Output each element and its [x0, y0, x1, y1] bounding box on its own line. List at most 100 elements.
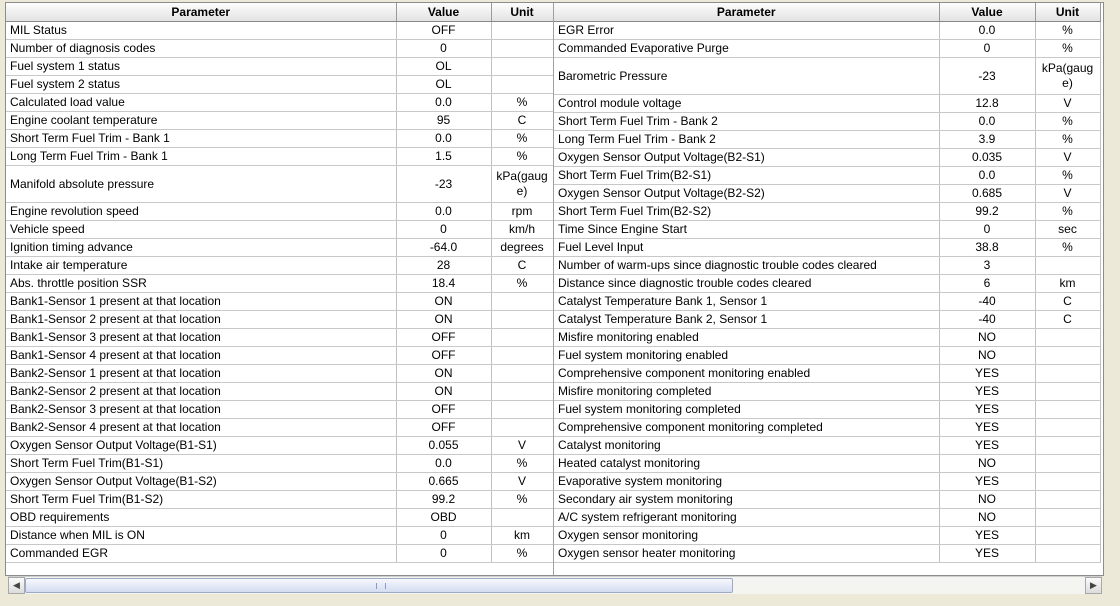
unit-cell: degrees	[491, 238, 554, 257]
value-cell: 1.5	[396, 147, 492, 166]
table-row[interactable]: EGR Error 0.0%	[554, 21, 1101, 40]
table-row[interactable]: Ignition timing advance -64.0 degrees	[6, 238, 554, 257]
table-row[interactable]: Long Term Fuel Trim - Bank 1 1.5%	[6, 147, 554, 166]
table-row[interactable]: Bank1-Sensor 3 present at that location O…	[6, 328, 554, 347]
table-row[interactable]: MIL Status OFF	[6, 21, 554, 40]
table-row[interactable]: Oxygen Sensor Output Voltage(B1-S1) 0.055…	[6, 436, 554, 455]
table-row[interactable]: Heated catalyst monitoring NO	[554, 454, 1101, 473]
table-row[interactable]: Misfire monitoring completed YES	[554, 382, 1101, 401]
value-cell: 0.0	[396, 454, 492, 473]
unit-cell: km	[1035, 274, 1101, 293]
table-row[interactable]: Fuel Level Input 38.8%	[554, 238, 1101, 257]
table-row[interactable]: Bank1-Sensor 2 present at that location O…	[6, 310, 554, 329]
scroll-left-button[interactable]: ◀	[8, 577, 25, 594]
parameter-cell: Oxygen sensor monitoring	[554, 526, 940, 545]
value-cell: 0	[396, 39, 492, 58]
value-cell: OFF	[396, 400, 492, 419]
column-header-parameter[interactable]: Parameter	[6, 3, 397, 22]
table-row[interactable]: Bank2-Sensor 3 present at that location O…	[6, 400, 554, 419]
left-parameter-table: Parameter Value Unit MIL Status OFF Number…	[6, 3, 554, 563]
unit-cell	[1035, 544, 1101, 563]
value-cell: 0.035	[939, 148, 1036, 167]
parameter-cell: Fuel system monitoring enabled	[554, 346, 940, 365]
table-row[interactable]: Short Term Fuel Trim(B2-S1) 0.0%	[554, 166, 1101, 185]
table-row[interactable]: Comprehensive component monitoring enabl…	[554, 364, 1101, 383]
table-row[interactable]: Bank2-Sensor 4 present at that location O…	[6, 418, 554, 437]
table-row[interactable]: A/C system refrigerant monitoring NO	[554, 508, 1101, 527]
parameter-cell: Bank1-Sensor 3 present at that location	[6, 328, 397, 347]
value-cell: -23	[396, 165, 492, 203]
table-row[interactable]: Distance since diagnostic trouble codes …	[554, 274, 1101, 293]
table-row[interactable]: Time Since Engine Start 0 sec	[554, 220, 1101, 239]
table-row[interactable]: Calculated load value 0.0%	[6, 93, 554, 112]
unit-cell: kPa(gauge)	[491, 165, 554, 203]
table-row[interactable]: Number of warm-ups since diagnostic trou…	[554, 256, 1101, 275]
table-row[interactable]: Secondary air system monitoring NO	[554, 490, 1101, 509]
table-row[interactable]: Oxygen Sensor Output Voltage(B2-S1) 0.035…	[554, 148, 1101, 167]
column-header-value[interactable]: Value	[939, 3, 1036, 22]
table-row[interactable]: Fuel system monitoring completed YES	[554, 400, 1101, 419]
parameter-cell: Abs. throttle position SSR	[6, 274, 397, 293]
table-row[interactable]: Vehicle speed 0 km/h	[6, 220, 554, 239]
table-row[interactable]: Catalyst monitoring YES	[554, 436, 1101, 455]
column-header-value[interactable]: Value	[396, 3, 492, 22]
table-row[interactable]: Bank1-Sensor 4 present at that location O…	[6, 346, 554, 365]
table-row[interactable]: Barometric Pressure -23 kPa(gauge)	[554, 57, 1101, 95]
table-row[interactable]: Manifold absolute pressure -23 kPa(gauge)	[6, 165, 554, 203]
parameter-cell: Comprehensive component monitoring enabl…	[554, 364, 940, 383]
table-row[interactable]: Abs. throttle position SSR 18.4%	[6, 274, 554, 293]
table-row[interactable]: Oxygen sensor monitoring YES	[554, 526, 1101, 545]
table-row[interactable]: Evaporative system monitoring YES	[554, 472, 1101, 491]
column-header-unit[interactable]: Unit	[1035, 3, 1101, 22]
table-row[interactable]: Bank2-Sensor 1 present at that location O…	[6, 364, 554, 383]
parameter-cell: Catalyst monitoring	[554, 436, 940, 455]
table-row[interactable]: Short Term Fuel Trim - Bank 1 0.0%	[6, 129, 554, 148]
left-header-row: Parameter Value Unit	[6, 3, 554, 22]
table-row[interactable]: Long Term Fuel Trim - Bank 2 3.9%	[554, 130, 1101, 149]
table-row[interactable]: Number of diagnosis codes 0	[6, 39, 554, 58]
table-row[interactable]: Control module voltage 12.8 V	[554, 94, 1101, 113]
table-row[interactable]: Commanded Evaporative Purge 0%	[554, 39, 1101, 58]
value-cell: 0.0	[939, 21, 1036, 40]
table-row[interactable]: Bank2-Sensor 2 present at that location O…	[6, 382, 554, 401]
chevron-right-icon: ▶	[1090, 580, 1097, 590]
parameter-cell: Engine coolant temperature	[6, 111, 397, 130]
scroll-right-button[interactable]: ▶	[1085, 577, 1102, 594]
table-row[interactable]: Oxygen sensor heater monitoring YES	[554, 544, 1101, 563]
horizontal-scrollbar[interactable]: ◀ ▶	[8, 576, 1102, 594]
parameter-cell: Oxygen Sensor Output Voltage(B2-S2)	[554, 184, 940, 203]
column-header-parameter[interactable]: Parameter	[554, 3, 940, 22]
table-row[interactable]: Distance when MIL is ON 0 km	[6, 526, 554, 545]
table-row[interactable]: Catalyst Temperature Bank 1, Sensor 1 -40…	[554, 292, 1101, 311]
column-header-unit[interactable]: Unit	[491, 3, 554, 22]
parameter-cell: Engine revolution speed	[6, 202, 397, 221]
table-row[interactable]: Short Term Fuel Trim - Bank 2 0.0%	[554, 112, 1101, 131]
table-row[interactable]: Oxygen Sensor Output Voltage(B1-S2) 0.665…	[6, 472, 554, 491]
scrollbar-thumb[interactable]	[25, 578, 733, 593]
unit-cell	[1035, 382, 1101, 401]
table-row[interactable]: Fuel system 1 status OL	[6, 57, 554, 76]
table-row[interactable]: Short Term Fuel Trim(B1-S2) 99.2%	[6, 490, 554, 509]
table-row[interactable]: Misfire monitoring enabled NO	[554, 328, 1101, 347]
unit-cell: %	[491, 490, 554, 509]
table-row[interactable]: Commanded EGR 0%	[6, 544, 554, 563]
table-row[interactable]: Bank1-Sensor 1 present at that location O…	[6, 292, 554, 311]
table-row[interactable]: Engine coolant temperature 95 C	[6, 111, 554, 130]
table-row[interactable]: Short Term Fuel Trim(B2-S2) 99.2%	[554, 202, 1101, 221]
table-row[interactable]: Fuel system 2 status OL	[6, 75, 554, 94]
unit-cell: C	[491, 111, 554, 130]
parameter-cell: A/C system refrigerant monitoring	[554, 508, 940, 527]
table-row[interactable]: Intake air temperature 28 C	[6, 256, 554, 275]
table-row[interactable]: Engine revolution speed 0.0 rpm	[6, 202, 554, 221]
chevron-left-icon: ◀	[13, 580, 20, 590]
table-row[interactable]: Fuel system monitoring enabled NO	[554, 346, 1101, 365]
unit-cell: %	[1035, 39, 1101, 58]
unit-cell: %	[491, 147, 554, 166]
unit-cell: V	[491, 436, 554, 455]
table-row[interactable]: Short Term Fuel Trim(B1-S1) 0.0%	[6, 454, 554, 473]
table-row[interactable]: Catalyst Temperature Bank 2, Sensor 1 -40…	[554, 310, 1101, 329]
table-row[interactable]: Oxygen Sensor Output Voltage(B2-S2) 0.685…	[554, 184, 1101, 203]
table-row[interactable]: Comprehensive component monitoring compl…	[554, 418, 1101, 437]
table-row[interactable]: OBD requirements OBD	[6, 508, 554, 527]
unit-cell: %	[1035, 112, 1101, 131]
